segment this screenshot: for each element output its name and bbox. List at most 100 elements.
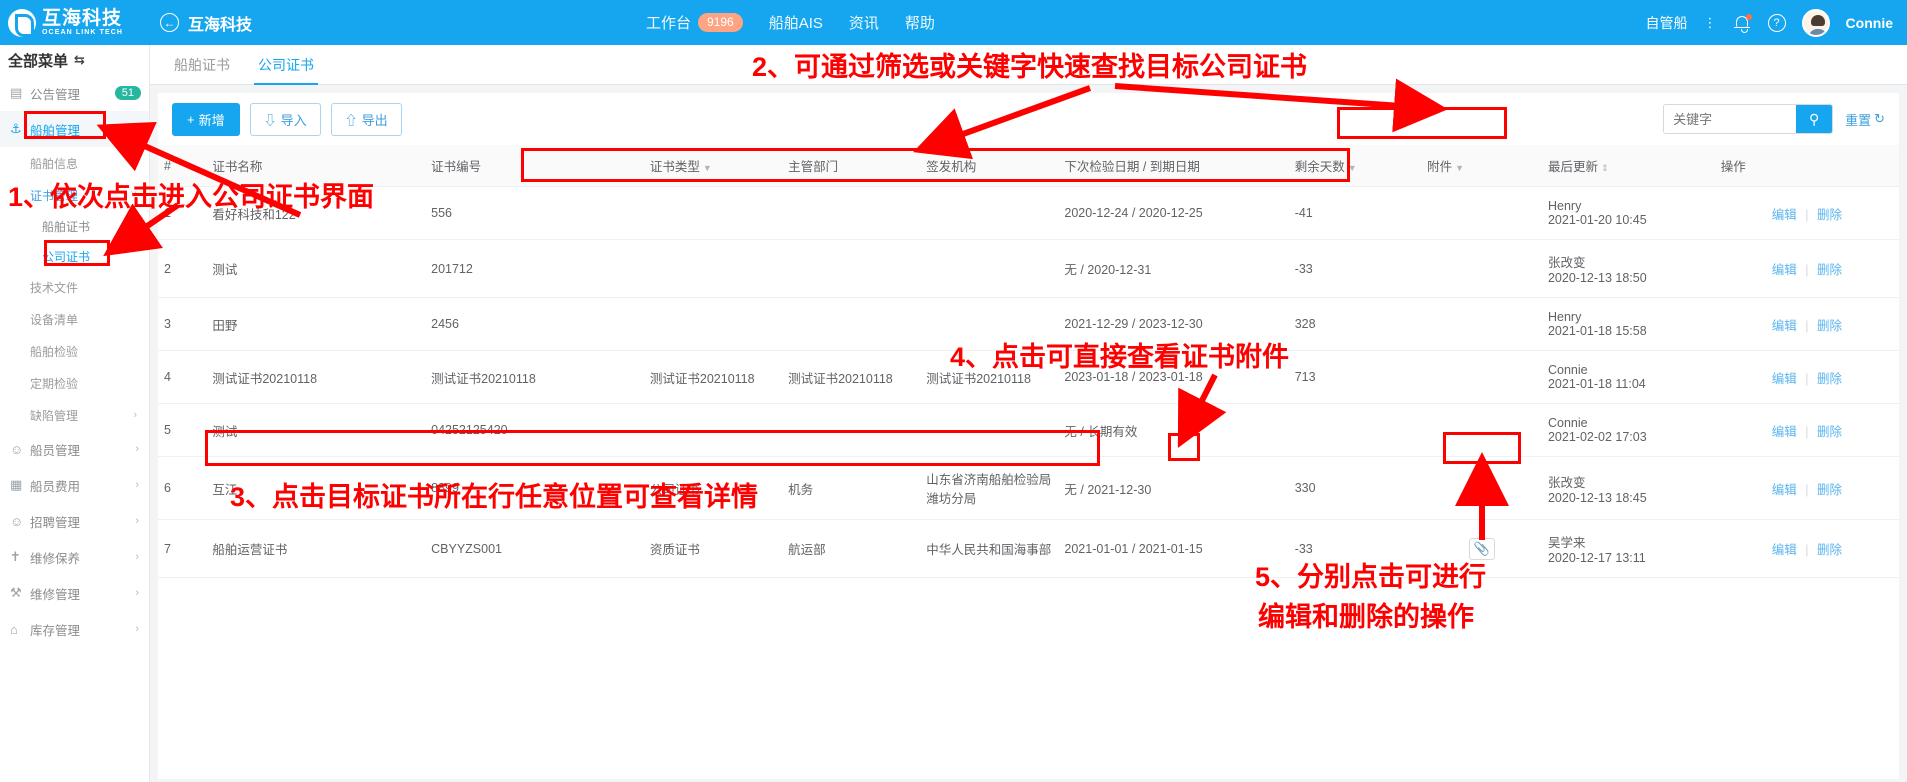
cell-last-updated: 张改变 2020-12-13 18:45	[1541, 456, 1715, 520]
col-label-attachment: 附件	[1427, 160, 1453, 174]
edit-link[interactable]: 编辑	[1772, 263, 1797, 277]
cell-index: 5	[158, 403, 207, 457]
back-title: 互海科技	[188, 16, 253, 34]
table-row[interactable]: 2 测试 201712 无 / 2020-12-31 -33 张改变 2020-…	[158, 239, 1899, 298]
table-row[interactable]: 1 看好科技和122 556 2020-12-24 / 2020-12-25 -…	[158, 186, 1899, 240]
table-row[interactable]: 7 船舶运营证书 CBYYZS001 资质证书 航运部 中华人民共和国海事部 2…	[158, 519, 1899, 578]
brand-logo[interactable]: 互海科技 OCEAN LINK TECH	[0, 0, 150, 45]
delete-link[interactable]: 删除	[1817, 263, 1842, 277]
filter-caret-icon-type[interactable]: ▼	[703, 163, 712, 173]
add-button[interactable]: + 新增	[172, 102, 240, 136]
plus-icon: +	[187, 111, 195, 127]
sidebar-item-technical-documents[interactable]: 技术文件	[0, 271, 149, 303]
sidebar-item-company-certificates[interactable]: 公司证书	[0, 241, 149, 271]
sidebar-item-recruitment[interactable]: ☺ 招聘管理 ›	[0, 503, 149, 539]
attachment-icon[interactable]: 📎	[1468, 537, 1495, 560]
sidebar-item-repair-management[interactable]: ⚒ 维修管理 ›	[0, 575, 149, 611]
ops-separator: |	[1805, 263, 1809, 277]
bell-icon[interactable]	[1733, 13, 1752, 33]
edit-link[interactable]: 编辑	[1772, 483, 1797, 497]
table-row[interactable]: 6 互江 8899 公司证书 机务 山东省济南船舶检验局潍坊分局 无 / 202…	[158, 456, 1899, 520]
sidebar-item-maintenance-upkeep[interactable]: ✝ 维修保养 ›	[0, 539, 149, 575]
avatar[interactable]	[1801, 8, 1830, 37]
search-icon[interactable]: ⚲	[1796, 105, 1833, 133]
chevron-right-icon-expense[interactable]: ›	[135, 479, 149, 491]
filter-caret-icon-attach[interactable]: ▼	[1455, 163, 1464, 173]
reset-button[interactable]: 重置 ↻	[1845, 110, 1885, 129]
sidebar-item-vessel-management[interactable]: ⚓ 船舶管理 ˅	[0, 111, 149, 147]
chevron-right-icon-defect[interactable]: ›	[133, 409, 149, 421]
delete-link[interactable]: 删除	[1817, 319, 1842, 333]
delete-link[interactable]: 删除	[1817, 425, 1842, 439]
col-label-cert-type: 证书类型	[649, 160, 700, 174]
arrow-left-icon[interactable]: ←	[160, 13, 179, 32]
sidebar-item-ship-inspection[interactable]: 船舶检验	[0, 335, 149, 367]
cell-cert-code: 2456	[425, 297, 644, 351]
export-button[interactable]: ⇧ 导出	[330, 102, 402, 136]
announcement-icon: ▤	[10, 85, 23, 100]
sidebar-item-periodic-inspection[interactable]: 定期检验	[0, 367, 149, 399]
import-button[interactable]: ⇩ 导入	[249, 102, 321, 136]
vessel-scope-label[interactable]: 自管船	[1646, 13, 1688, 33]
sidebar-item-inventory-management[interactable]: ⌂ 库存管理 ›	[0, 611, 149, 647]
edit-link[interactable]: 编辑	[1772, 319, 1797, 333]
nav-label-help: 帮助	[904, 15, 935, 32]
table-row[interactable]: 4 测试证书20210118 测试证书20210118 测试证书20210118…	[158, 350, 1899, 404]
sidebar-item-certificate-management[interactable]: 证书管理 ˅	[0, 179, 149, 211]
sidebar-item-vessel-info[interactable]: 船舶信息	[0, 147, 149, 179]
col-attachment[interactable]: 附件 ▼	[1421, 145, 1542, 187]
chevron-right-icon-upkeep[interactable]: ›	[135, 551, 149, 563]
sidebar-item-crew-expense[interactable]: ▦ 船员费用 ›	[0, 467, 149, 503]
sidebar-label-ship-inspection: 船舶检验	[30, 344, 79, 359]
sidebar-item-equipment-list[interactable]: 设备清单	[0, 303, 149, 335]
chevron-right-icon-inventory[interactable]: ›	[135, 623, 149, 635]
delete-link[interactable]: 删除	[1817, 543, 1842, 557]
table-row[interactable]: 5 测试 04252125420 无 / 长期有效 Connie 2021-02…	[158, 403, 1899, 457]
tab-ship-certificates[interactable]: 船舶证书	[160, 55, 244, 84]
chevron-down-icon[interactable]: ˅	[133, 123, 149, 135]
ops-separator: |	[1805, 543, 1809, 557]
sidebar-item-defect-management[interactable]: 缺陷管理 ›	[0, 399, 149, 431]
sidebar-item-ship-certificates[interactable]: 船舶证书	[0, 211, 149, 241]
edit-link[interactable]: 编辑	[1772, 208, 1797, 222]
swap-icon[interactable]: ⇆	[74, 52, 85, 68]
search-input[interactable]	[1664, 105, 1797, 133]
edit-link[interactable]: 编辑	[1772, 543, 1797, 557]
delete-link[interactable]: 删除	[1817, 372, 1842, 386]
cell-cert-code: CBYYZS001	[425, 519, 644, 578]
col-department: 主管部门	[782, 145, 921, 187]
nav-item-help[interactable]: 帮助	[905, 12, 935, 33]
user-icon: ☺	[10, 441, 24, 457]
cell-dates: 2021-01-01 / 2021-01-15	[1058, 519, 1289, 578]
question-circle-icon[interactable]: ?	[1767, 13, 1786, 32]
chevron-right-icon-crew[interactable]: ›	[135, 443, 149, 455]
cell-issuer	[920, 186, 1059, 240]
updated-at: 2021-01-20 10:45	[1547, 213, 1647, 227]
filter-caret-icon-days[interactable]: ▼	[1348, 163, 1357, 173]
col-remaining-days[interactable]: 剩余天数 ▼	[1288, 145, 1422, 187]
chevron-down-icon-cert[interactable]: ˅	[131, 189, 149, 201]
updated-at: 2021-02-02 17:03	[1547, 430, 1647, 444]
nav-item-workbench[interactable]: 工作台 9196	[646, 12, 743, 33]
delete-link[interactable]: 删除	[1817, 483, 1842, 497]
col-last-updated[interactable]: 最后更新 ⇕	[1541, 145, 1715, 187]
col-cert-type[interactable]: 证书类型 ▼	[643, 145, 783, 187]
cell-department	[782, 186, 921, 240]
search-box[interactable]: ⚲	[1663, 104, 1834, 134]
delete-link[interactable]: 删除	[1817, 208, 1842, 222]
nav-item-ais[interactable]: 船舶AIS	[769, 12, 823, 33]
sort-updown-icon[interactable]: ⇕	[1601, 163, 1609, 173]
cell-dates: 2023-01-18 / 2023-01-18	[1058, 350, 1289, 404]
table-row[interactable]: 3 田野 2456 2021-12-29 / 2023-12-30 328 He…	[158, 297, 1899, 351]
cell-cert-name: 看好科技和122	[206, 186, 426, 240]
tab-company-certificates[interactable]: 公司证书	[244, 55, 328, 85]
chevron-right-icon-recruit[interactable]: ›	[135, 515, 149, 527]
sidebar-item-crew-management[interactable]: ☺ 船员管理 ›	[0, 431, 149, 467]
edit-link[interactable]: 编辑	[1772, 372, 1797, 386]
back-navigation[interactable]: ← 互海科技	[160, 11, 252, 35]
dots-vertical-icon[interactable]: ⋮	[1704, 16, 1717, 29]
sidebar-item-announcements[interactable]: ▤ 公告管理 51	[0, 75, 149, 111]
edit-link[interactable]: 编辑	[1772, 425, 1797, 439]
nav-item-news[interactable]: 资讯	[849, 12, 879, 33]
chevron-right-icon-repair[interactable]: ›	[135, 587, 149, 599]
